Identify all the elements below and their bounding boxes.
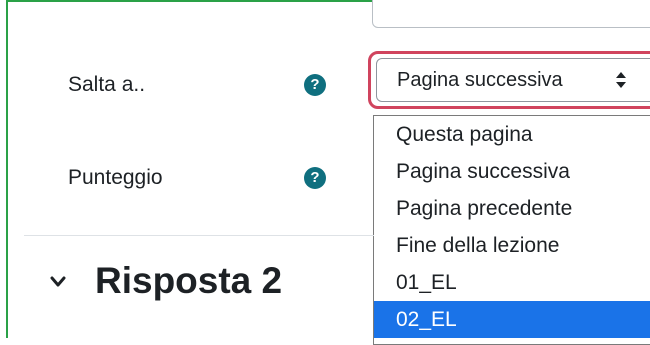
dropdown-option-selected[interactable]: 02_EL bbox=[374, 301, 650, 338]
jump-dropdown-list: Questa pagina Pagina successiva Pagina p… bbox=[373, 115, 650, 345]
dropdown-option[interactable]: Pagina successiva bbox=[374, 153, 650, 190]
dropdown-option[interactable]: Questa pagina bbox=[374, 116, 650, 153]
jump-label: Salta a.. bbox=[68, 73, 146, 96]
dropdown-option[interactable]: 01_EL bbox=[374, 264, 650, 301]
question-circle-icon[interactable]: ? bbox=[304, 74, 326, 96]
section-divider bbox=[24, 235, 374, 236]
chevron-down-icon[interactable] bbox=[50, 276, 66, 288]
jump-select[interactable]: Pagina successiva bbox=[376, 58, 650, 102]
previous-field-input[interactable] bbox=[372, 0, 650, 28]
section-title[interactable]: Risposta 2 bbox=[95, 260, 282, 302]
dropdown-option[interactable]: Fine della lezione bbox=[374, 227, 650, 264]
jump-select-value: Pagina successiva bbox=[397, 69, 563, 91]
score-label: Punteggio bbox=[68, 166, 163, 189]
question-circle-icon[interactable]: ? bbox=[304, 167, 326, 189]
sort-arrows-icon bbox=[616, 72, 626, 88]
dropdown-option[interactable]: Pagina precedente bbox=[374, 190, 650, 227]
